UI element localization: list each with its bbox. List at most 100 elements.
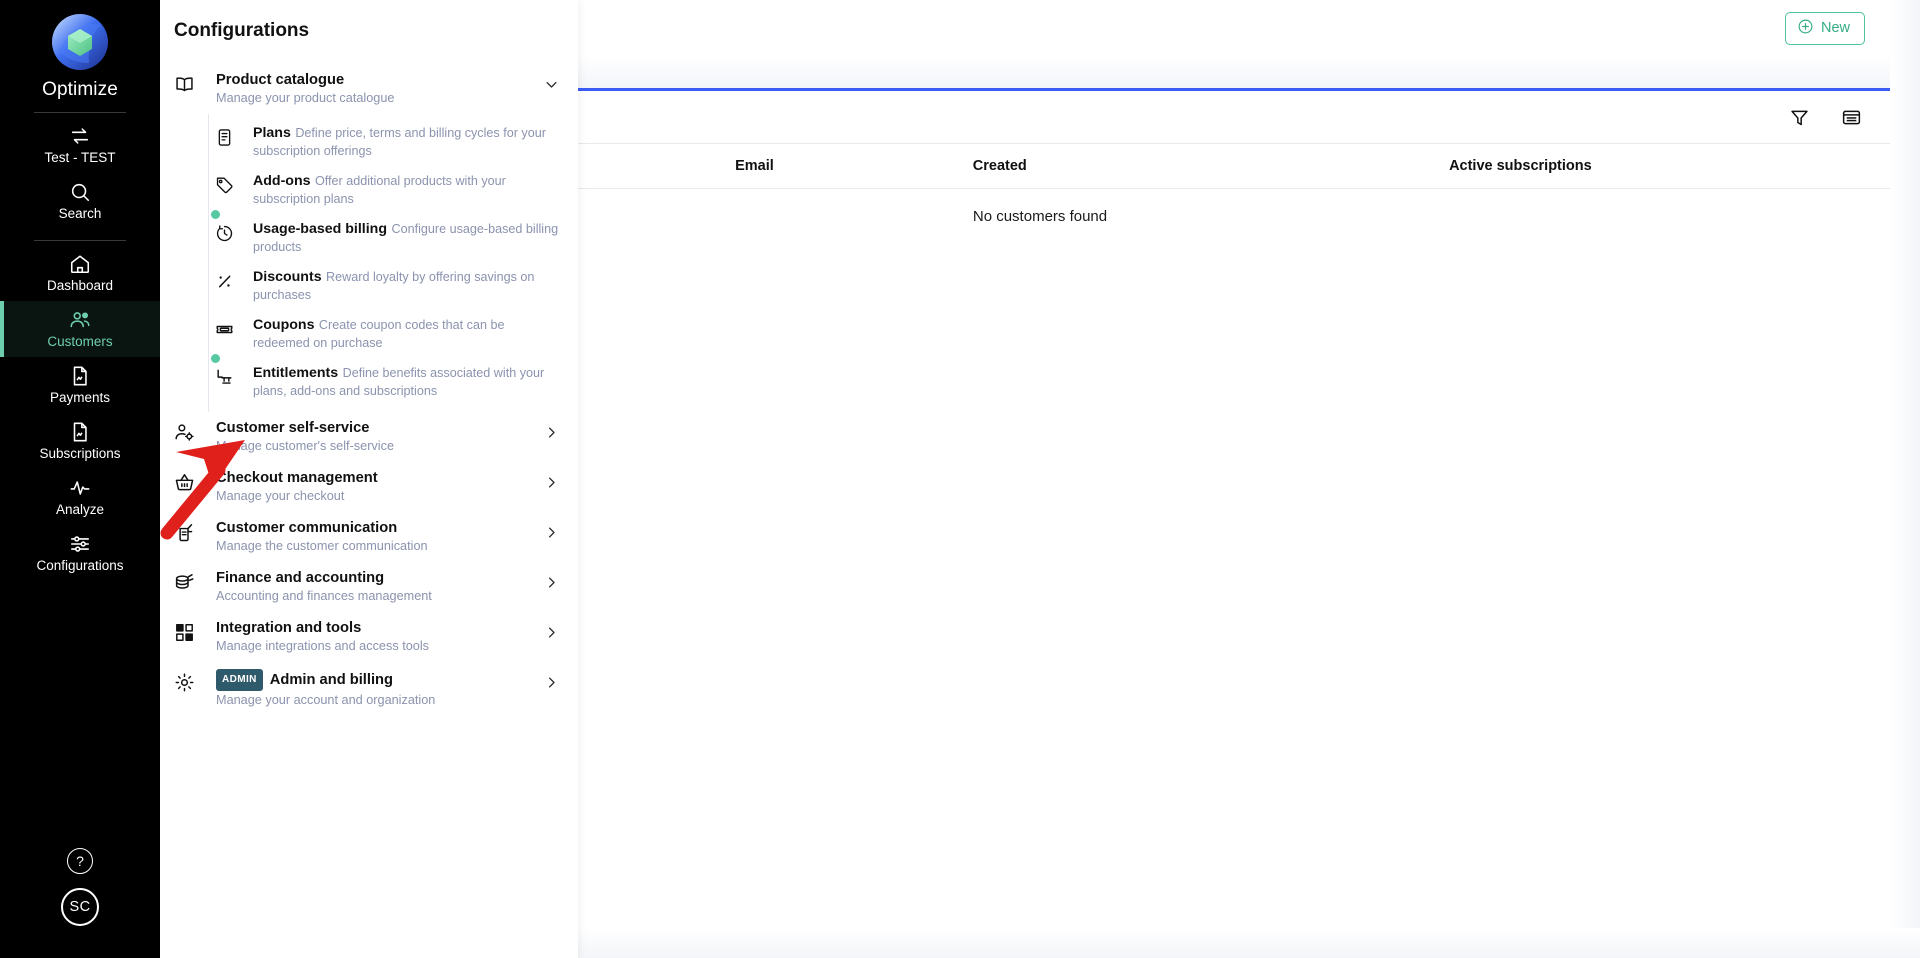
panel-group-subtitle: Manage the customer communication [216, 539, 428, 553]
subscriptions-icon [69, 421, 91, 443]
panel-group-subtitle: Accounting and finances management [216, 589, 432, 603]
ticket-icon [209, 316, 239, 344]
panel-group-customer-self-service[interactable]: Customer self-service Manage customer's … [160, 412, 578, 462]
chevron-right-icon[interactable] [544, 419, 560, 445]
filter-icon[interactable] [1788, 106, 1810, 128]
rail-divider-top [34, 112, 126, 113]
panel-subitem-usage-based-billing[interactable]: Usage-based billing Configure usage-base… [209, 210, 578, 262]
rail-item-label: Configurations [36, 558, 124, 573]
column-header-created[interactable]: Created [856, 143, 1143, 189]
panel-group-title-text: Customer communication [216, 520, 398, 536]
chevron-right-icon[interactable] [544, 469, 560, 495]
book-icon [174, 71, 200, 100]
chevron-right-icon[interactable] [544, 569, 560, 595]
avatar[interactable]: SC [61, 888, 99, 926]
panel-group-title-text: Checkout management [216, 470, 378, 486]
home-icon [69, 253, 91, 275]
panel-group-title: Product catalogue [216, 71, 544, 89]
chevron-down-icon[interactable] [544, 71, 560, 97]
panel-subitem-title: Entitlements [253, 365, 339, 381]
panel-subitem-discounts[interactable]: Discounts Reward loyalty by offering sav… [209, 262, 578, 310]
optimize-logo-icon [49, 11, 111, 73]
chevron-right-icon[interactable] [544, 669, 560, 695]
plans-icon [209, 124, 239, 152]
tag-icon [209, 172, 239, 200]
panel-group-text: ADMIN Admin and billing Manage your acco… [200, 669, 544, 709]
panel-group-title-text: Integration and tools [216, 620, 362, 636]
panel-group-title-text: Customer self-service [216, 420, 370, 436]
panel-subitem-entitlements[interactable]: Entitlements Define benefits associated … [209, 354, 578, 406]
panel-group-title: ADMIN Admin and billing [216, 669, 544, 691]
panel-group-text: Product catalogue Manage your product ca… [200, 71, 544, 107]
panel-group-text: Checkout management Manage your checkout [200, 469, 544, 505]
brand-name: Optimize [42, 79, 118, 100]
panel-group-integration-and-tools[interactable]: Integration and tools Manage integration… [160, 612, 578, 662]
rail-item-label: Test - TEST [44, 150, 116, 165]
search-icon [69, 181, 91, 203]
panel-subitem-title: Usage-based billing [253, 221, 388, 237]
panel-group-finance-and-accounting[interactable]: Finance and accounting Accounting and fi… [160, 562, 578, 612]
panel-group-title: Checkout management [216, 469, 544, 487]
panel-title: Configurations [174, 20, 310, 41]
column-header-active-subscriptions[interactable]: Active subscriptions [1142, 143, 1898, 189]
panel-group-title: Customer communication [216, 519, 544, 537]
panel-subitem-text: Plans Define price, terms and billing cy… [239, 124, 564, 160]
panel-group-admin-and-billing[interactable]: ADMIN Admin and billing Manage your acco… [160, 662, 578, 716]
panel-group-title-text: Product catalogue [216, 72, 345, 88]
panel-group-title-text: Admin and billing [269, 672, 393, 688]
panel-subitem-subtitle: Define price, terms and billing cycles f… [253, 126, 546, 158]
panel-subitem-list: Plans Define price, terms and billing cy… [208, 114, 578, 412]
new-button[interactable]: New [1784, 11, 1865, 45]
rail-item-label: Payments [49, 390, 111, 405]
panel-group-subtitle: Manage integrations and access tools [216, 639, 429, 653]
rail-item-subscriptions[interactable]: Subscriptions [0, 413, 160, 469]
rail-bottom-actions: ? SC [61, 848, 99, 958]
admin-badge: ADMIN [216, 669, 263, 691]
user-gear-icon [174, 419, 200, 448]
rail-item-label: Subscriptions [39, 446, 121, 461]
megaphone-icon [174, 519, 200, 548]
panel-group-subtitle: Manage your product catalogue [216, 91, 395, 105]
panel-subitem-add-ons[interactable]: Add-ons Offer additional products with y… [209, 166, 578, 214]
panel-subitem-plans[interactable]: Plans Define price, terms and billing cy… [209, 118, 578, 166]
panel-subitem-coupons[interactable]: Coupons Create coupon codes that can be … [209, 310, 578, 358]
panel-group-text: Customer self-service Manage customer's … [200, 419, 544, 455]
panel-group-title: Customer self-service [216, 419, 544, 437]
panel-group-subtitle: Manage your checkout [216, 489, 345, 503]
new-button-label: New [1820, 20, 1850, 36]
rail-item-label: Customers [47, 334, 113, 349]
payments-icon [69, 365, 91, 387]
meter-icon [209, 210, 239, 248]
chevron-right-icon[interactable] [544, 519, 560, 545]
rail-item-test-env[interactable]: Test - TEST [0, 117, 160, 173]
rail-item-label: Search [58, 206, 102, 221]
panel-group-checkout-management[interactable]: Checkout management Manage your checkout [160, 462, 578, 512]
panel-group-customer-communication[interactable]: Customer communication Manage the custom… [160, 512, 578, 562]
rail-item-analyze[interactable]: Analyze [0, 469, 160, 525]
rail-divider-mid [34, 240, 126, 241]
rail-item-payments[interactable]: Payments [0, 357, 160, 413]
panel-group-list: Product catalogue Manage your product ca… [160, 42, 578, 716]
customers-icon [69, 309, 91, 331]
gear-icon [174, 669, 200, 698]
primary-navigation-rail: Optimize Test - TEST Search Dashboard Cu… [0, 0, 160, 958]
configurations-panel: Configurations Product catalogue Manage … [160, 0, 578, 958]
chevron-right-icon[interactable] [544, 619, 560, 645]
help-icon[interactable]: ? [67, 848, 93, 874]
panel-group-text: Finance and accounting Accounting and fi… [200, 569, 544, 605]
brand-block: Optimize [42, 11, 118, 101]
rail-item-label: Analyze [55, 502, 105, 517]
rail-item-dashboard[interactable]: Dashboard [0, 245, 160, 301]
rail-item-customers[interactable]: Customers [0, 301, 160, 357]
card-view-icon[interactable] [1840, 106, 1862, 128]
panel-group-product-catalogue[interactable]: Product catalogue Manage your product ca… [160, 64, 578, 114]
rail-item-label: Dashboard [46, 278, 114, 293]
configurations-icon [69, 533, 91, 555]
panel-subitem-title: Plans [253, 125, 291, 141]
plus-circle-icon [1797, 18, 1814, 39]
column-header-email[interactable]: Email [652, 143, 857, 189]
panel-group-title: Integration and tools [216, 619, 544, 637]
rail-item-configurations[interactable]: Configurations [0, 525, 160, 581]
panel-subitem-text: Add-ons Offer additional products with y… [239, 172, 564, 208]
rail-item-search[interactable]: Search [0, 173, 160, 229]
